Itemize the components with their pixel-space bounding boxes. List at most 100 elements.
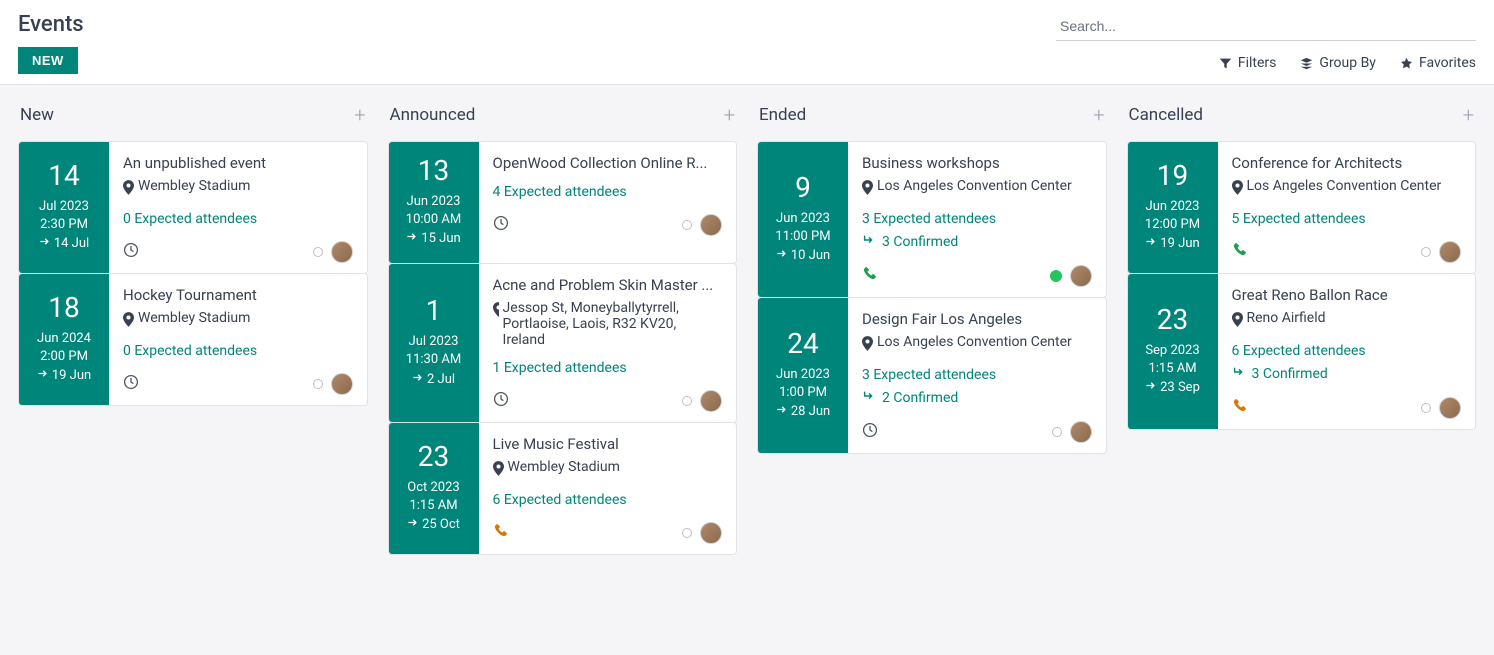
arrow-right-icon <box>406 229 417 249</box>
card-body: Design Fair Los Angeles Los Angeles Conve… <box>848 298 1106 453</box>
card-location: Los Angeles Convention Center <box>862 334 1092 355</box>
card-footer <box>123 241 353 263</box>
card-title: Conference for Architects <box>1232 154 1462 172</box>
filters-button[interactable]: Filters <box>1219 55 1277 71</box>
date-time: 1:15 AM <box>1148 360 1196 378</box>
sub-arrow-icon <box>862 389 876 407</box>
card-body: Hockey TournamentWembley Stadium0 Expect… <box>109 274 367 405</box>
card-footer-right <box>1421 397 1461 419</box>
event-card[interactable]: 23Sep 20231:15 AM23 SepGreat Reno Ballon… <box>1127 273 1477 430</box>
date-end: 15 Jun <box>406 229 460 249</box>
groupby-button[interactable]: Group By <box>1300 55 1376 71</box>
event-card[interactable]: 19Jun 202312:00 PM19 JunConference for A… <box>1127 141 1477 274</box>
card-date-block: 18Jun 20242:00 PM19 Jun <box>19 274 109 405</box>
avatar[interactable] <box>1439 241 1461 263</box>
date-day: 19 <box>1157 161 1188 192</box>
card-footer-right <box>313 373 353 395</box>
column-cards: 14Jul 20232:30 PM14 JulAn unpublished ev… <box>18 141 368 406</box>
status-dot[interactable] <box>1421 247 1431 257</box>
favorites-button[interactable]: Favorites <box>1400 55 1476 71</box>
arrow-right-icon <box>407 515 418 535</box>
card-confirmed: 2 Confirmed <box>862 389 1092 407</box>
status-dot[interactable] <box>1052 427 1062 437</box>
date-month: Jun 2024 <box>37 330 91 348</box>
card-date-block: 9Jun 202311:00 PM10 Jun <box>758 142 848 297</box>
card-footer <box>493 214 723 236</box>
add-card-button[interactable]: + <box>354 103 365 127</box>
avatar[interactable] <box>1070 421 1092 443</box>
status-dot[interactable] <box>682 396 692 406</box>
status-dot[interactable] <box>313 247 323 257</box>
date-end: 23 Sep <box>1145 378 1200 398</box>
layers-icon <box>1300 57 1313 70</box>
date-day: 23 <box>418 442 449 473</box>
event-card[interactable]: 9Jun 202311:00 PM10 JunBusiness workshop… <box>757 141 1107 298</box>
card-location: Wembley Stadium <box>123 310 353 331</box>
card-confirmed: 3 Confirmed <box>1232 365 1462 383</box>
favorites-label: Favorites <box>1419 55 1476 71</box>
add-card-button[interactable]: + <box>724 103 735 127</box>
activity-phone-icon <box>493 523 509 543</box>
date-month: Jul 2023 <box>39 198 89 216</box>
card-date-block: 19Jun 202312:00 PM19 Jun <box>1128 142 1218 273</box>
pin-icon <box>1232 310 1243 331</box>
date-end: 19 Jun <box>37 366 91 386</box>
status-dot[interactable] <box>313 379 323 389</box>
card-date-block: 13Jun 202310:00 AM15 Jun <box>389 142 479 263</box>
add-card-button[interactable]: + <box>1093 103 1104 127</box>
card-attendees: 6 Expected attendees <box>1232 343 1462 359</box>
event-card[interactable]: 24Jun 20231:00 PM28 JunDesign Fair Los A… <box>757 297 1107 454</box>
card-date-block: 24Jun 20231:00 PM28 Jun <box>758 298 848 453</box>
column-header: Cancelled + <box>1127 103 1477 127</box>
avatar[interactable] <box>700 522 722 544</box>
card-attendees: 4 Expected attendees <box>493 184 723 200</box>
card-title: OpenWood Collection Online R... <box>493 154 723 172</box>
kanban-column: Cancelled+19Jun 202312:00 PM19 JunConfer… <box>1127 103 1477 429</box>
event-card[interactable]: 18Jun 20242:00 PM19 JunHockey Tournament… <box>18 273 368 406</box>
event-card[interactable]: 23Oct 20231:15 AM25 OctLive Music Festiv… <box>388 422 738 555</box>
date-end: 10 Jun <box>776 246 830 266</box>
card-body: Business workshopsLos Angeles Convention… <box>848 142 1106 297</box>
card-title: Live Music Festival <box>493 435 723 453</box>
event-card[interactable]: 13Jun 202310:00 AM15 Jun OpenWood Collect… <box>388 141 738 264</box>
activity-phone-icon <box>1232 242 1248 262</box>
card-title: Design Fair Los Angeles <box>862 310 1092 328</box>
avatar[interactable] <box>331 373 353 395</box>
pin-icon <box>862 334 873 355</box>
event-card[interactable]: 1Jul 202311:30 AM2 JulAcne and Problem S… <box>388 263 738 423</box>
avatar[interactable] <box>331 241 353 263</box>
avatar[interactable] <box>700 390 722 412</box>
avatar[interactable] <box>1070 265 1092 287</box>
status-dot[interactable] <box>1421 403 1431 413</box>
date-time: 2:30 PM <box>40 216 88 234</box>
column-cards: 19Jun 202312:00 PM19 JunConference for A… <box>1127 141 1477 430</box>
card-footer-right <box>1050 265 1092 287</box>
card-date-block: 23Sep 20231:15 AM23 Sep <box>1128 274 1218 429</box>
activity-phone-icon <box>862 266 878 286</box>
date-time: 11:00 PM <box>775 228 830 246</box>
card-footer-right <box>682 214 722 236</box>
activity-clock-icon <box>123 374 139 394</box>
date-month: Jun 2023 <box>1146 198 1200 216</box>
event-card[interactable]: 14Jul 20232:30 PM14 JulAn unpublished ev… <box>18 141 368 274</box>
avatar[interactable] <box>1439 397 1461 419</box>
search-input[interactable] <box>1056 12 1476 41</box>
card-footer <box>493 390 723 412</box>
status-dot[interactable] <box>1050 270 1062 282</box>
column-title: New <box>20 105 54 125</box>
date-day: 13 <box>418 156 449 187</box>
column-title: Cancelled <box>1129 105 1203 125</box>
star-icon <box>1400 57 1413 70</box>
arrow-right-icon <box>1145 378 1156 398</box>
kanban-column: Announced+13Jun 202310:00 AM15 JunOpenWo… <box>388 103 738 554</box>
arrow-right-icon <box>412 370 423 390</box>
add-card-button[interactable]: + <box>1463 103 1474 127</box>
card-location: Reno Airfield <box>1232 310 1462 331</box>
pin-icon <box>123 310 134 331</box>
status-dot[interactable] <box>682 528 692 538</box>
card-body: Live Music FestivalWembley Stadium6 Expe… <box>479 423 737 554</box>
avatar[interactable] <box>700 214 722 236</box>
card-body: Great Reno Ballon RaceReno Airfield6 Exp… <box>1218 274 1476 429</box>
status-dot[interactable] <box>682 220 692 230</box>
new-button[interactable]: NEW <box>18 47 78 74</box>
